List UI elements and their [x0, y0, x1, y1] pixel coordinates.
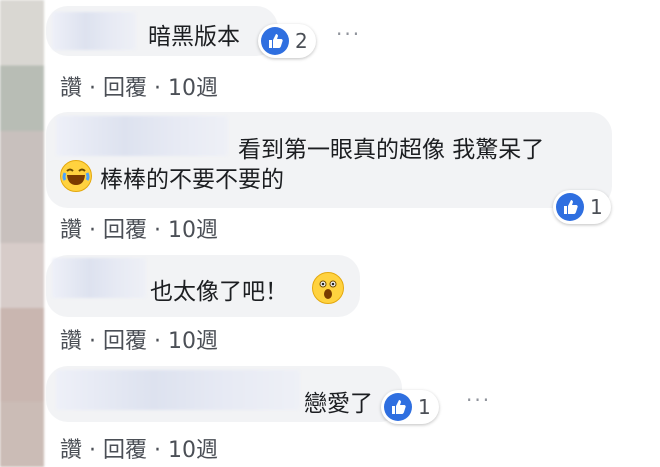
blurred-author-name[interactable]: [56, 116, 228, 156]
timestamp[interactable]: 10週: [168, 432, 218, 464]
thumbs-up-icon: [261, 27, 289, 55]
reaction-count[interactable]: 1: [381, 390, 439, 424]
comment-actions: 讚 · 回覆 · 10週: [60, 70, 218, 102]
comment-actions: 讚 · 回覆 · 10週: [60, 212, 218, 244]
reply-link[interactable]: 回覆: [103, 70, 147, 102]
like-link[interactable]: 讚: [60, 323, 82, 355]
laughing-emoji-icon: [60, 160, 92, 192]
timestamp[interactable]: 10週: [168, 70, 218, 102]
blurred-avatar-column: [0, 0, 44, 467]
comment-actions: 讚 · 回覆 · 10週: [60, 432, 218, 464]
reply-link[interactable]: 回覆: [103, 323, 147, 355]
more-options-icon[interactable]: ···: [336, 22, 361, 46]
like-link[interactable]: 讚: [60, 432, 82, 464]
comment-text: 暗黑版本: [148, 24, 240, 50]
comment-actions: 讚 · 回覆 · 10週: [60, 323, 218, 355]
reaction-count[interactable]: 1: [553, 190, 611, 224]
reply-link[interactable]: 回覆: [103, 432, 147, 464]
blurred-author-name[interactable]: [52, 12, 136, 50]
reaction-count[interactable]: 2: [258, 24, 316, 58]
reply-link[interactable]: 回覆: [103, 212, 147, 244]
like-link[interactable]: 讚: [60, 212, 82, 244]
blurred-author-name[interactable]: [52, 258, 146, 298]
comment-text: 戀愛了: [304, 391, 373, 417]
reaction-count-value: 1: [418, 395, 431, 419]
timestamp[interactable]: 10週: [168, 323, 218, 355]
reaction-count-value: 1: [590, 195, 603, 219]
surprised-emoji-icon: [312, 272, 344, 304]
comment-text: 也太像了吧！: [150, 279, 288, 305]
blurred-author-name[interactable]: [56, 370, 300, 410]
like-link[interactable]: 讚: [60, 70, 82, 102]
thumbs-up-icon: [556, 193, 584, 221]
more-options-icon[interactable]: ···: [466, 388, 491, 412]
comment-text-line2: 棒棒的不要不要的: [100, 167, 284, 193]
timestamp[interactable]: 10週: [168, 212, 218, 244]
reaction-count-value: 2: [295, 29, 308, 53]
thumbs-up-icon: [384, 393, 412, 421]
comment-text-line1: 看到第一眼真的超像 我驚呆了: [238, 137, 545, 163]
